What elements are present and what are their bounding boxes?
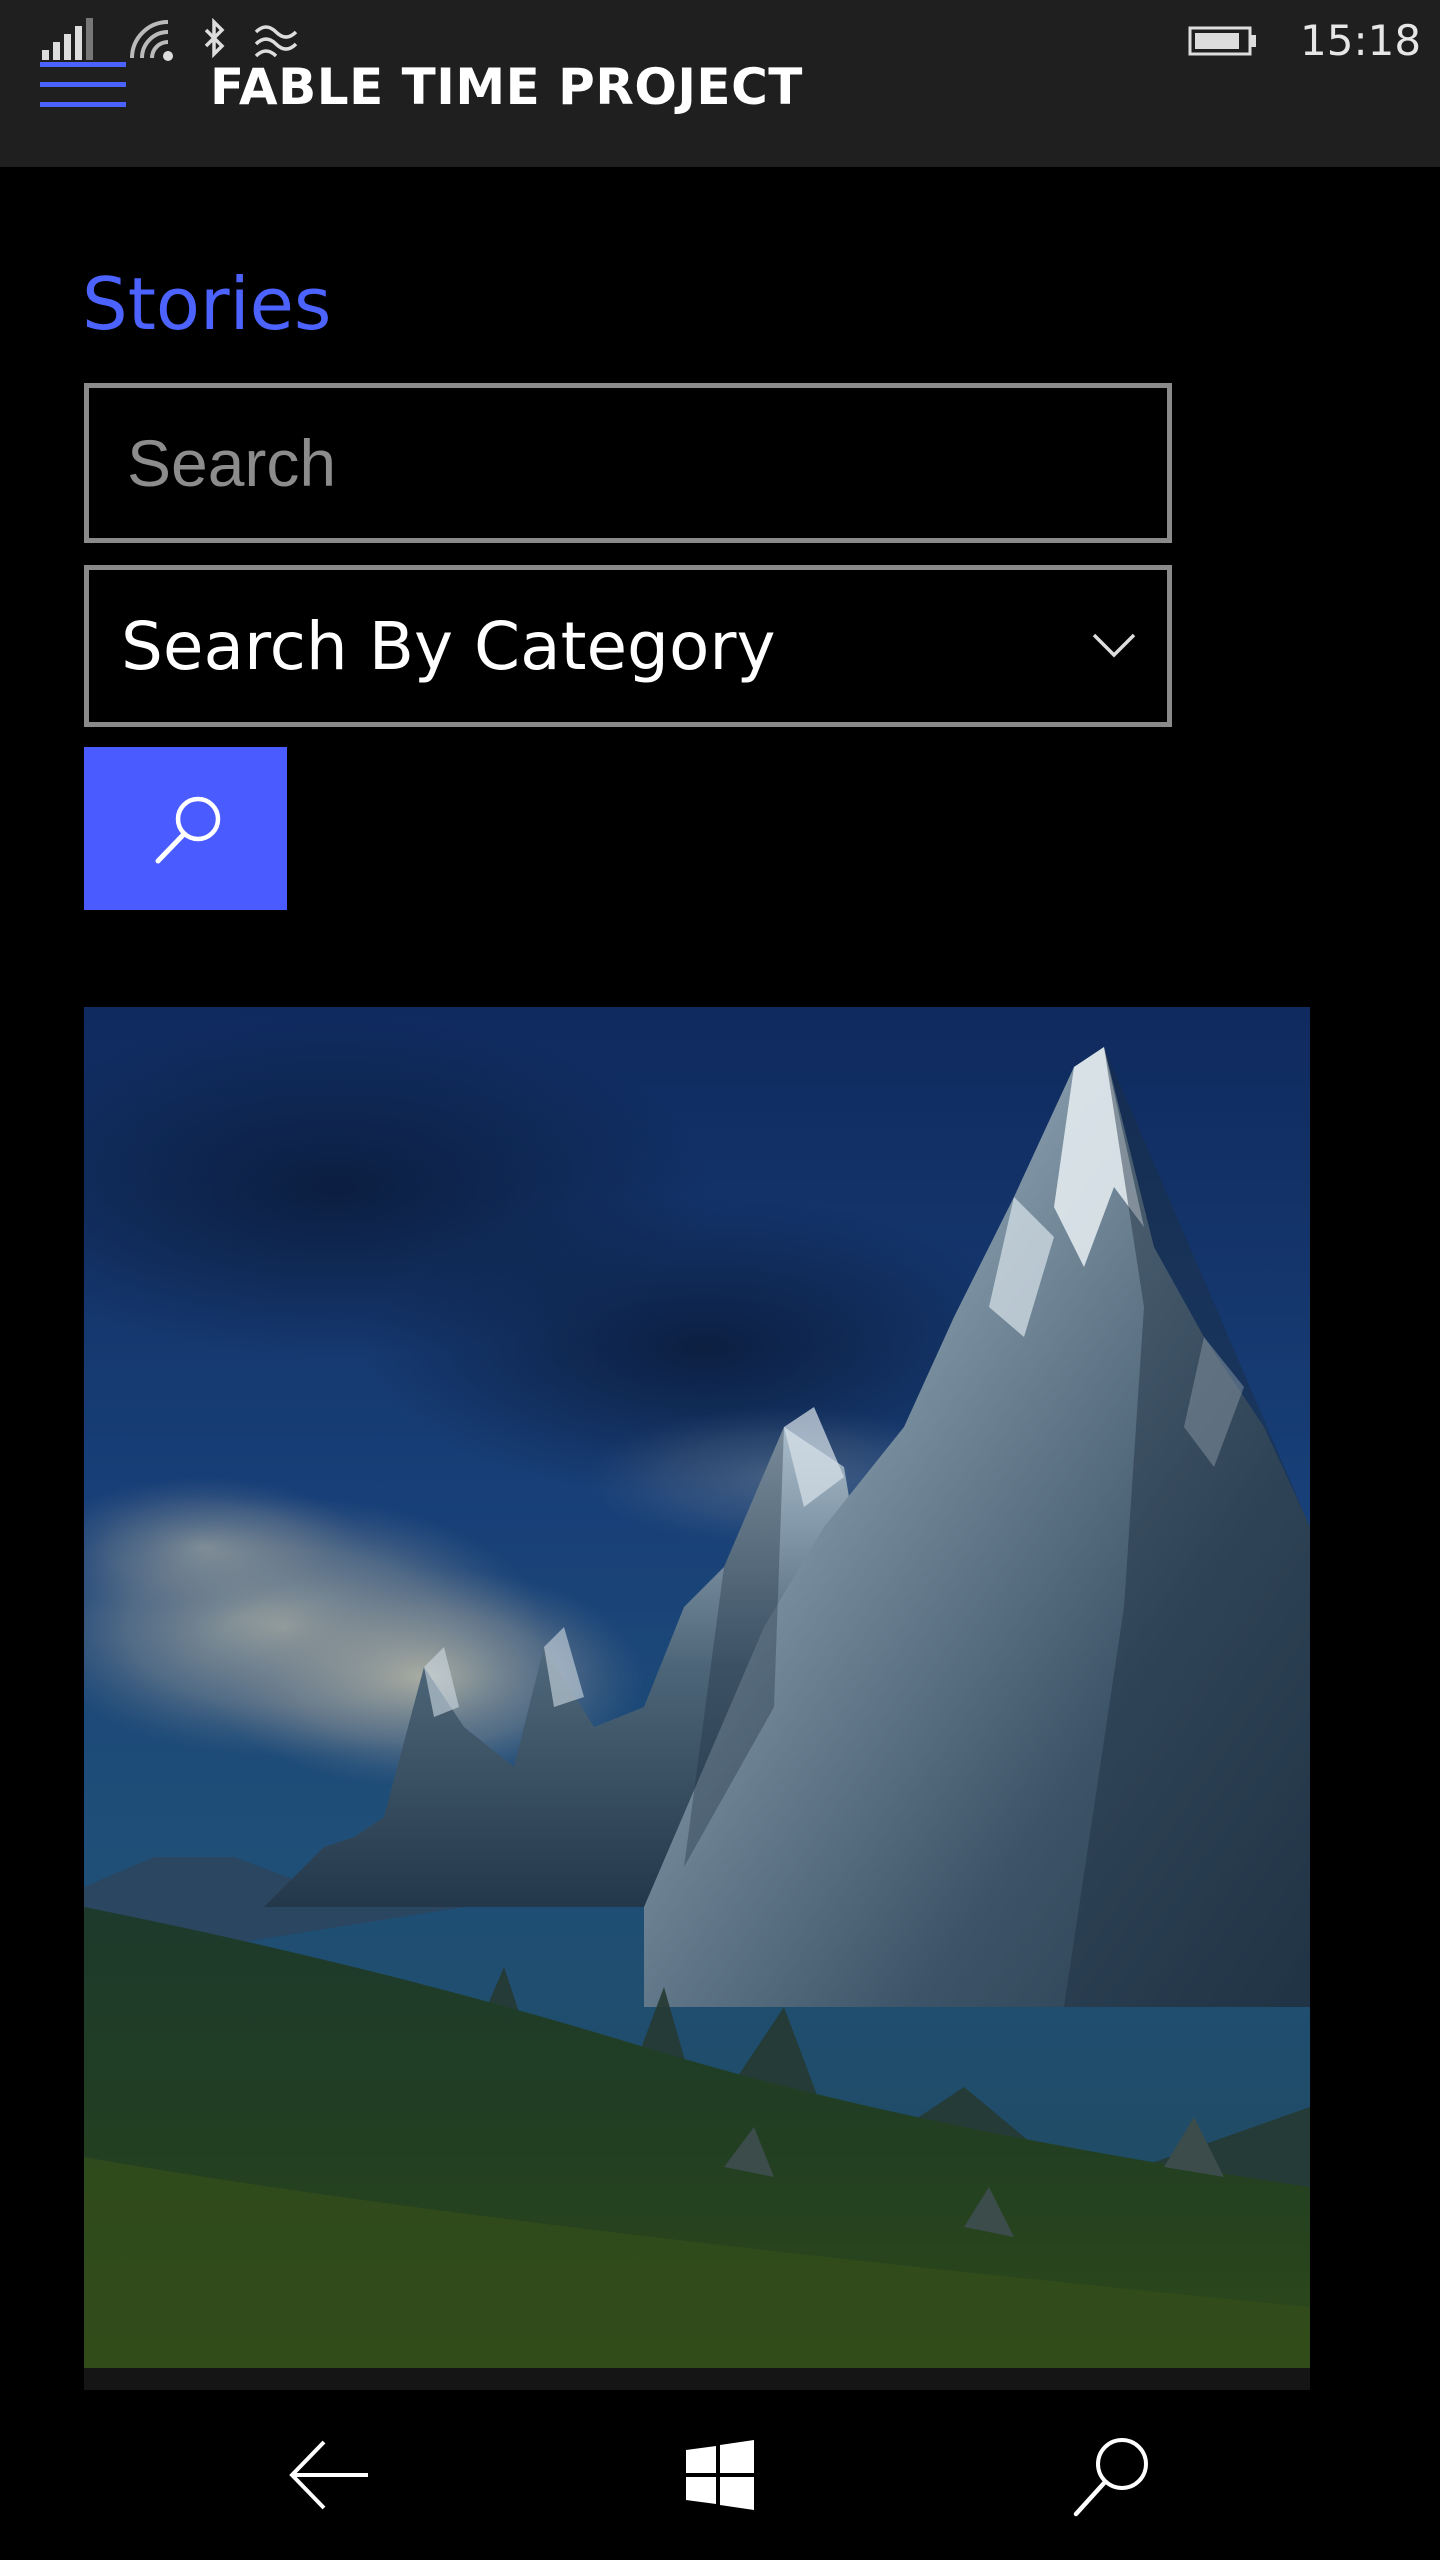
app-title: FABLE TIME PROJECT [210, 58, 803, 116]
hamburger-icon-bar [40, 102, 126, 107]
start-button[interactable] [660, 2420, 780, 2530]
quiet-hours-icon [254, 25, 298, 58]
signal-strength-icon [42, 18, 93, 60]
wifi-icon [130, 20, 173, 61]
story-cover-image[interactable] [84, 1007, 1310, 2390]
nav-search-button[interactable] [1056, 2420, 1176, 2530]
back-arrow-icon [289, 2440, 368, 2510]
hamburger-icon [40, 62, 126, 67]
search-icon [1073, 2438, 1148, 2517]
navigation-bar [0, 2390, 1440, 2560]
windows-logo-icon [686, 2440, 754, 2510]
search-input[interactable] [84, 383, 1172, 543]
search-icon [155, 796, 221, 864]
status-clock: 15:18 [1300, 16, 1422, 65]
chevron-down-icon [1092, 633, 1136, 658]
image-caption-strip [84, 2368, 1310, 2390]
title-bar: 15:18 FABLE TIME PROJECT [0, 0, 1440, 167]
battery-icon [1188, 26, 1256, 56]
category-selected-value: Search By Category [121, 608, 776, 685]
back-button[interactable] [268, 2420, 388, 2530]
bluetooth-icon [204, 18, 225, 59]
hamburger-menu-button[interactable] [40, 62, 128, 114]
category-dropdown[interactable]: Search By Category [84, 565, 1172, 727]
search-button[interactable] [84, 747, 287, 910]
page-title: Stories [82, 262, 332, 346]
hamburger-icon-bar [40, 82, 126, 87]
